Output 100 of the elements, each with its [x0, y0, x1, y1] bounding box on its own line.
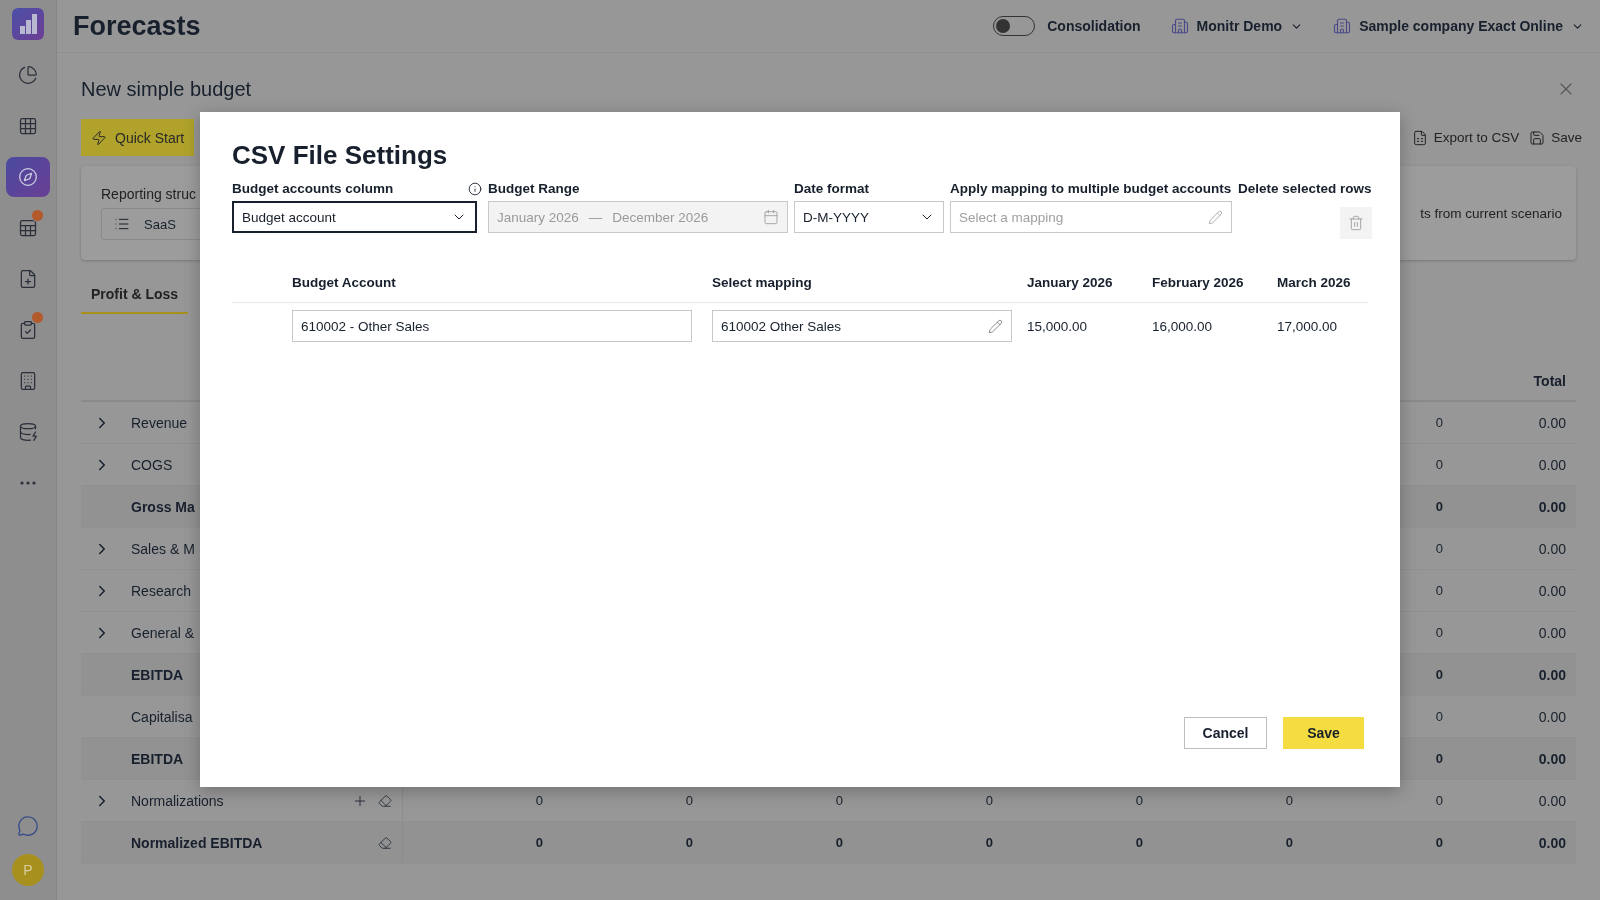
column-header: Total [1532, 373, 1567, 389]
sidebar-item[interactable] [6, 157, 50, 197]
table-cell-text: 0 [684, 793, 694, 808]
total-cell-text: 0.00 [1537, 540, 1567, 557]
clipboard-icon [18, 320, 38, 340]
page-title: Forecasts [73, 10, 202, 42]
account-field[interactable]: 610002 - Other Sales [292, 310, 692, 342]
workspace-selector[interactable]: Monitr Demo [1196, 18, 1283, 34]
table-cell-text: 0 [1134, 835, 1144, 850]
row-label: Normalized EBITDA [131, 834, 264, 851]
total-cell-text: 0.00 [1537, 498, 1567, 515]
total-cell-text: 0.00 [1537, 750, 1567, 767]
spreadsheet-icon [1411, 129, 1428, 146]
table-cell-text: 0 [1434, 583, 1444, 598]
total-cell-text: 0.00 [1537, 624, 1567, 641]
table-cell-text: 0 [1134, 793, 1144, 808]
table-cell-text: 0 [1434, 709, 1444, 724]
amount-cell-text: 17,000.00 [1277, 318, 1339, 334]
row-label: EBITDA [131, 750, 185, 767]
budget-title: New simple budget [81, 77, 252, 101]
eraser-icon[interactable] [378, 793, 392, 808]
row-label: Research [131, 582, 192, 599]
total-cell-text: 0.00 [1537, 792, 1567, 809]
table-cell-text: 0 [684, 835, 694, 850]
table-cell-text: 0 [1434, 541, 1444, 556]
table-cell-text: 0 [1434, 835, 1444, 850]
total-cell-text: 0.00 [1537, 834, 1567, 851]
table-cell-text: 0 [984, 835, 994, 850]
tab[interactable]: Profit & Loss [81, 276, 189, 314]
field-label: Date format [794, 181, 870, 196]
row-label: Capitalisa [131, 708, 194, 725]
field-label: Reporting struc [101, 186, 197, 202]
row-label: Gross Ma [131, 498, 196, 515]
mapping-field[interactable]: 610002 Other Sales [712, 310, 1012, 342]
more-icon [20, 481, 36, 485]
table-cell-text: 0 [534, 793, 544, 808]
grid-icon [18, 116, 38, 136]
option-label: ts from current scenario [1420, 205, 1562, 221]
date-format-select[interactable]: D-M-YYYY [794, 201, 944, 233]
building-icon [1333, 17, 1352, 35]
save-button[interactable]: Save [1283, 717, 1364, 749]
accounts-column-select[interactable]: Budget account [232, 201, 477, 233]
save-icon [1529, 129, 1546, 146]
trash-icon [1347, 215, 1364, 231]
table-cell-text: 0 [984, 793, 994, 808]
building-icon [1170, 17, 1189, 35]
table-cell-text: 0 [1434, 667, 1444, 682]
amount-cell-text: 16,000.00 [1152, 318, 1214, 334]
calendar-icon [763, 209, 779, 225]
row-label: General & [131, 624, 196, 641]
table-cell-text: 0 [1434, 415, 1444, 430]
column-header: Budget Account [292, 275, 397, 290]
total-cell-text: 0.00 [1537, 708, 1567, 725]
toggle-label: Consolidation [1047, 18, 1141, 34]
column-header: January 2026 [1027, 275, 1114, 290]
table-cell-text: 0 [1434, 457, 1444, 472]
total-cell-text: 0.00 [1537, 414, 1567, 431]
database-icon [18, 422, 38, 442]
column-header: March 2026 [1277, 275, 1352, 290]
chat-icon[interactable] [17, 815, 39, 837]
column-header: Select mapping [712, 275, 813, 290]
quick-start-button[interactable]: Quick Start [81, 119, 195, 156]
table-cell-text: 0 [1434, 625, 1444, 640]
field-label: Apply mapping to multiple budget accounts [950, 181, 1232, 196]
field-label: Delete selected rows [1238, 181, 1372, 196]
sheet-icon [18, 218, 38, 238]
table-cell-text: 0 [834, 793, 844, 808]
total-cell-text: 0.00 [1537, 666, 1567, 683]
row-label: Revenue [131, 414, 189, 431]
table-cell-text: 0 [1434, 793, 1444, 808]
eraser-icon[interactable] [378, 835, 392, 850]
field-label: Budget Range [488, 181, 581, 196]
compass-icon [18, 167, 38, 187]
field-label: Budget accounts column [232, 181, 394, 196]
row-label: Normalizations [131, 792, 225, 809]
company-selector[interactable]: Sample company Exact Online [1359, 18, 1563, 34]
table-cell-text: 0 [1284, 835, 1294, 850]
export-button[interactable]: Export to CSV [1411, 129, 1520, 146]
amount-cell-text: 15,000.00 [1027, 318, 1089, 334]
row-label: COGS [131, 456, 174, 473]
lightning-icon [91, 129, 107, 146]
chart-icon [18, 65, 38, 85]
row-label: EBITDA [131, 666, 185, 683]
cancel-button[interactable]: Cancel [1184, 717, 1267, 749]
column-header: February 2026 [1152, 275, 1245, 290]
total-cell-text: 0.00 [1537, 582, 1567, 599]
save-button[interactable]: Save [1529, 129, 1582, 146]
table-cell-text: 0 [1434, 751, 1444, 766]
table-cell-text: 0 [1284, 793, 1294, 808]
pencil-icon [988, 318, 1003, 334]
list-icon [114, 216, 130, 232]
building-icon [18, 371, 38, 391]
info-icon[interactable] [468, 181, 482, 196]
total-cell-text: 0.00 [1537, 456, 1567, 473]
row-label: Sales & M [131, 540, 196, 557]
table-cell-text: 0 [834, 835, 844, 850]
dialog-title: CSV File Settings [232, 140, 449, 171]
pencil-icon [1208, 209, 1223, 225]
table-cell-text: 0 [1434, 499, 1444, 514]
app-logo[interactable] [12, 8, 44, 40]
